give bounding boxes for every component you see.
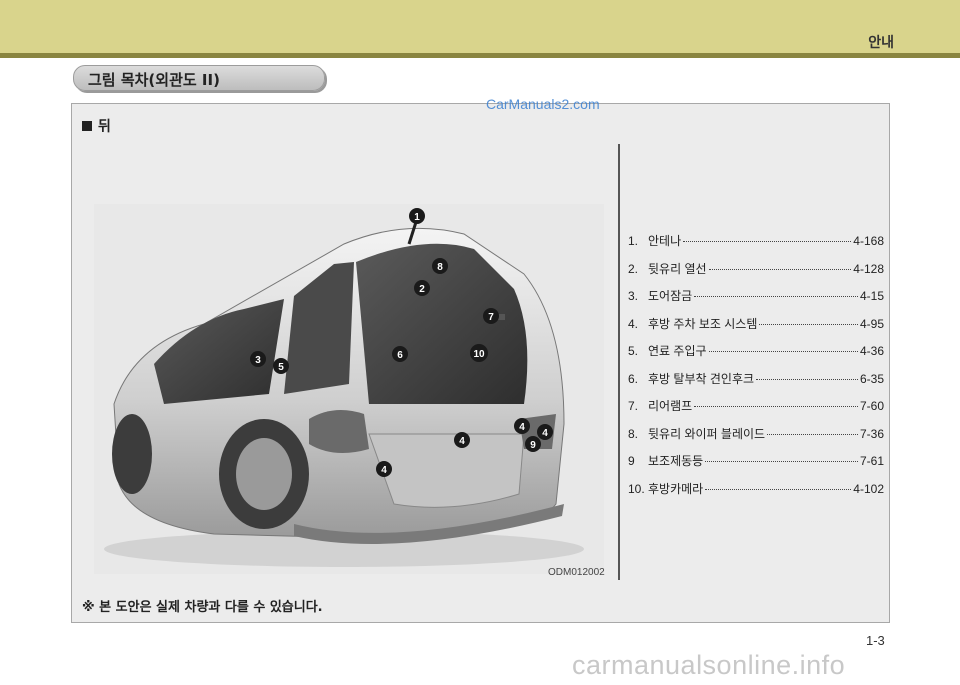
callout-4b: 4 [537,424,553,440]
callout-5: 5 [273,358,289,374]
header-rule [0,53,960,58]
section-title-pill: 그림 목차(외관도 II) [73,65,325,91]
callout-4d: 4 [376,461,392,477]
vehicle-rear-photo: 1 8 2 7 6 10 3 5 4 4 9 4 4 [94,204,604,574]
svg-text:7: 7 [488,312,494,323]
footnote: ※ 본 도안은 실제 차량과 다를 수 있습니다. [82,600,323,615]
callout-9: 8 [432,258,448,274]
svg-text:4: 4 [381,465,387,476]
svg-text:5: 5 [278,362,284,373]
svg-text:1: 1 [414,212,420,223]
section-title: 그림 목차(외관도 II) [88,71,220,89]
list-item[interactable]: 5. 연료 주입구 4-36 [628,342,884,370]
list-item[interactable]: 10. 후방카메라 4-102 [628,480,884,508]
vertical-divider [618,144,620,580]
figure-code: ODM012002 [548,567,605,578]
svg-text:2: 2 [419,284,425,295]
list-item[interactable]: 4. 후방 주차 보조 시스템 4-95 [628,315,884,343]
list-item[interactable]: 6. 후방 탈부착 견인후크 6-35 [628,370,884,398]
svg-text:10: 10 [473,349,485,360]
list-item[interactable]: 2. 뒷유리 열선 4-128 [628,260,884,288]
view-label: 뒤 [82,116,111,136]
svg-text:4: 4 [519,422,525,433]
callout-4c: 4 [454,432,470,448]
callout-6: 9 [525,436,541,452]
chapter-title: 안내 [868,35,894,51]
figure-panel: 뒤 CarManuals2.com 1 8 2 7 6 10 3 5 4 4 9… [71,96,890,623]
square-bullet-icon [82,121,92,131]
callout-4a: 4 [514,418,530,434]
list-item[interactable]: 9 보조제동등 7-61 [628,452,884,480]
svg-text:4: 4 [542,428,548,439]
callout-7: 6 [392,346,408,362]
site-watermark: carmanualsonline.info [572,650,846,680]
list-item[interactable]: 7. 리어램프 7-60 [628,397,884,425]
callout-1: 1 [409,208,425,224]
svg-text:6: 6 [397,350,403,361]
svg-text:3: 3 [255,355,261,366]
callout-8: 7 [483,308,499,324]
list-item[interactable]: 8. 뒷유리 와이퍼 블레이드 7-36 [628,425,884,453]
component-index-list: 1. 안테나 4-168 2. 뒷유리 열선 4-128 3. 도어잠금 4-15 4. 후방… [628,232,884,507]
callout-3: 3 [250,351,266,367]
page-number: 1-3 [866,633,885,648]
list-item[interactable]: 3. 도어잠금 4-15 [628,287,884,315]
list-item[interactable]: 1. 안테나 4-168 [628,232,884,260]
vehicle-rear-illustration: 1 8 2 7 6 10 3 5 4 4 9 4 4 [104,208,584,567]
watermark-link[interactable]: CarManuals2.com [486,96,600,112]
header-band [0,0,960,53]
svg-text:8: 8 [437,262,443,273]
svg-text:9: 9 [530,440,536,451]
view-label-text: 뒤 [98,119,111,135]
callout-2: 2 [414,280,430,296]
svg-text:4: 4 [459,436,465,447]
callout-10: 10 [470,344,488,362]
